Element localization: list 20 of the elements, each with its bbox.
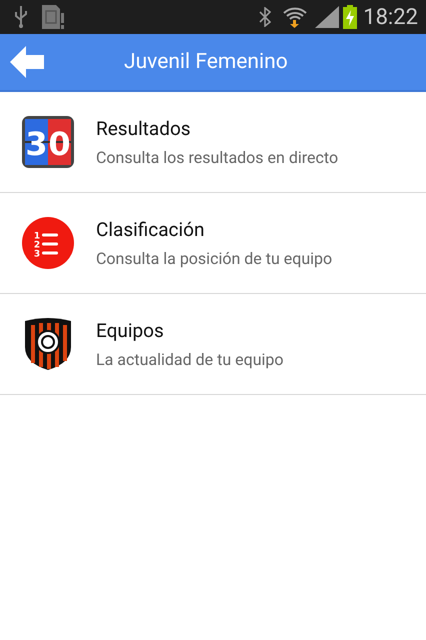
status-time: 18:22 bbox=[363, 4, 418, 30]
wifi-icon bbox=[283, 6, 308, 28]
menu-item[interactable]: Equipos La actualidad de tu equipo bbox=[0, 294, 426, 395]
numbered-list-icon: 1 2 3 bbox=[22, 217, 74, 269]
signal-icon bbox=[315, 6, 340, 28]
menu-item-title: Equipos bbox=[96, 319, 165, 342]
menu-item-title: Clasificación bbox=[96, 218, 206, 241]
usb-icon bbox=[14, 6, 28, 28]
back-button[interactable] bbox=[10, 46, 44, 78]
battery-charging-icon bbox=[343, 5, 358, 29]
menu-item-title: Resultados bbox=[96, 117, 192, 140]
sd-card-icon bbox=[40, 5, 64, 29]
bluetooth-icon bbox=[259, 7, 272, 27]
club-crest-icon bbox=[23, 317, 73, 371]
menu-item[interactable]: 1 2 3 Clasificación Consulta la posición de tu equipo bbox=[0, 193, 426, 294]
menu-item-subtitle: La actualidad de tu equipo bbox=[96, 350, 284, 369]
back-arrow-icon bbox=[10, 46, 44, 78]
menu-item-subtitle: Consulta los resultados en directo bbox=[96, 148, 338, 167]
menu-item-subtitle: Consulta la posición de tu equipo bbox=[96, 249, 332, 268]
screen-title: Juvenil Femenino bbox=[124, 50, 288, 74]
